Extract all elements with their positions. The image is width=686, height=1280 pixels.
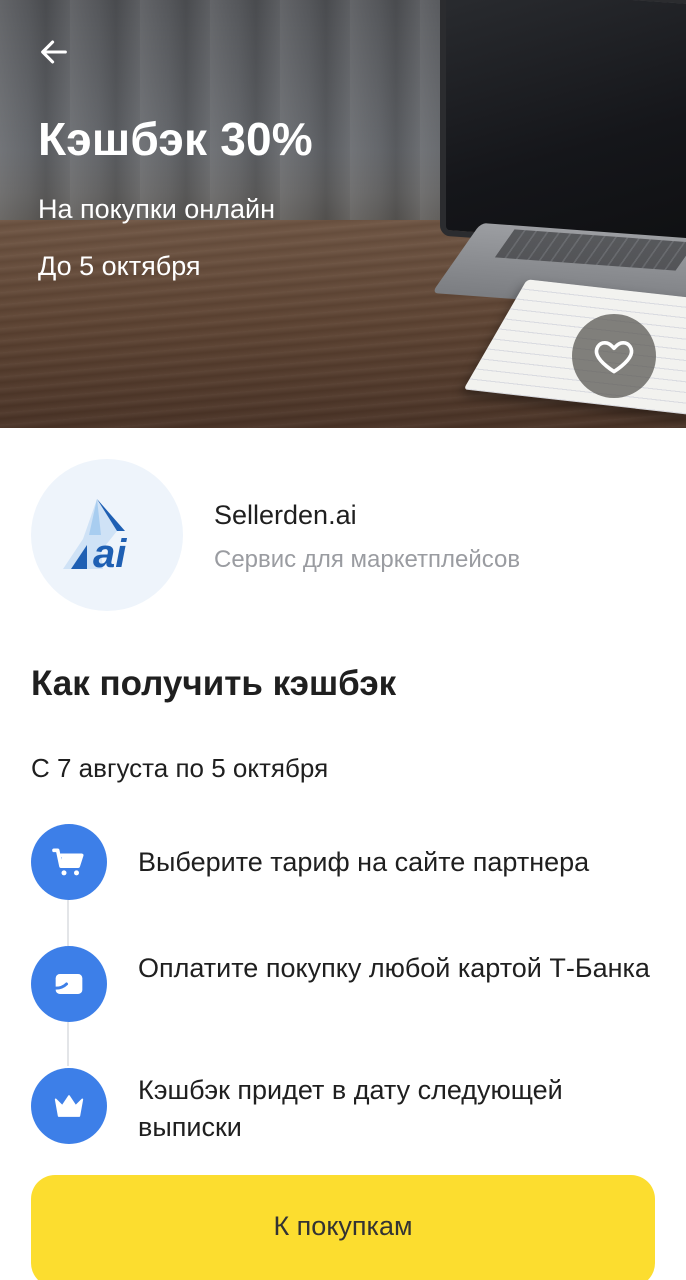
back-button[interactable] (30, 28, 78, 76)
hero-date: До 5 октября (38, 251, 201, 281)
cart-icon (52, 848, 84, 876)
logo-text: ai (93, 532, 127, 575)
partner-description: Сервис для маркетплейсов (214, 546, 521, 573)
offer-page: Кэшбэк 30% На покупки онлайн До 5 октябр… (0, 0, 686, 1280)
partner-logo: ai (31, 459, 183, 611)
hero-laptop-screen (440, 0, 686, 255)
hero-title: Кэшбэк 30% (38, 113, 313, 165)
section-title: Как получить кэшбэк (31, 664, 397, 703)
step-1-text: Выберите тариф на сайте партнера (138, 847, 590, 877)
step-3-badge (31, 1068, 107, 1144)
offer-period: С 7 августа по 5 октября (31, 753, 329, 783)
hero-banner: Кэшбэк 30% На покупки онлайн До 5 октябр… (0, 0, 686, 428)
step-1-badge (31, 824, 107, 900)
to-shopping-button[interactable]: К покупкам (31, 1175, 655, 1280)
arrow-left-icon (41, 40, 67, 64)
step-3-text: Кэшбэк придет в дату следующей выписки (138, 1075, 563, 1142)
step-connector (67, 1022, 69, 1066)
partner-name: Sellerden.ai (214, 500, 357, 530)
sellerden-logo-icon: ai (63, 499, 127, 575)
step-connector (67, 900, 69, 946)
heart-icon (594, 340, 634, 374)
step-2-badge (31, 946, 107, 1022)
card-icon (54, 974, 83, 994)
crown-icon (54, 1095, 84, 1117)
hero-subtitle: На покупки онлайн (38, 194, 275, 224)
favorite-button[interactable] (572, 314, 656, 398)
step-2-text: Оплатите покупку любой картой Т-Банка (138, 953, 650, 983)
